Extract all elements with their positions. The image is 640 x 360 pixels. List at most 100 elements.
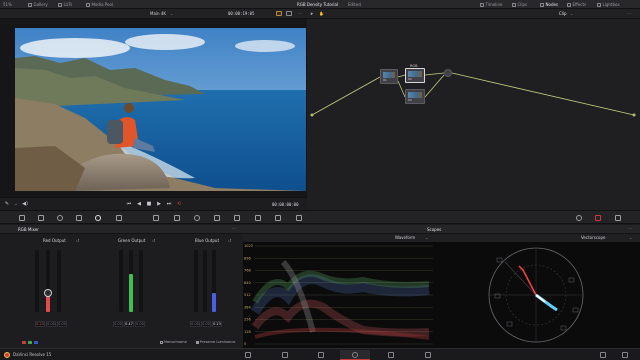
skip-forward-button[interactable]: ⏭	[166, 201, 172, 207]
stop-button[interactable]: ■	[146, 201, 152, 207]
home-icon[interactable]	[600, 352, 606, 358]
monochrome-checkbox[interactable]: Monochrome	[160, 340, 187, 344]
app-name: DaVinci Resolve 15	[13, 352, 52, 357]
loop-button[interactable]: ⟲	[176, 201, 182, 207]
clip-mode-select[interactable]: Clip	[559, 11, 567, 16]
pen-dropdown-icon[interactable]: ⌄	[13, 201, 19, 207]
audio-icon[interactable]: ◀)	[22, 201, 28, 207]
cut-page-icon[interactable]	[282, 352, 288, 358]
reset-green-icon[interactable]: ↺	[152, 238, 155, 243]
preserve-luminance-checkbox[interactable]: Preserve Luminance	[196, 340, 235, 344]
parallel-mixer-node[interactable]	[444, 69, 452, 77]
node-01[interactable]: 01	[380, 69, 398, 84]
node-02[interactable]: 02	[405, 68, 425, 83]
qualifier-icon[interactable]	[174, 215, 180, 221]
node-options-icon[interactable]: ⋯	[627, 11, 631, 16]
scopes-toggle-icon[interactable]	[595, 215, 601, 221]
red-slider-g[interactable]	[46, 250, 50, 312]
blue-slider-g[interactable]	[203, 250, 207, 312]
blue-slider-r[interactable]	[194, 250, 198, 312]
swap-red-chip[interactable]	[22, 341, 26, 344]
camera-raw-icon[interactable]	[19, 215, 25, 221]
settings-icon[interactable]	[622, 352, 628, 358]
hand-tool-icon[interactable]: ✋	[319, 11, 324, 16]
color-match-icon[interactable]	[38, 215, 44, 221]
curves-icon[interactable]	[153, 215, 159, 221]
tracker-icon[interactable]	[214, 215, 220, 221]
fairlight-page-icon[interactable]	[388, 352, 394, 358]
red-b-value[interactable]: 0.00	[57, 321, 67, 327]
scopes-eye-icon[interactable]	[576, 215, 582, 221]
more-options-icon[interactable]: ⋯	[298, 11, 302, 16]
sizing-icon[interactable]	[275, 215, 281, 221]
blur-icon[interactable]	[234, 215, 240, 221]
play-button[interactable]: ▶	[156, 201, 162, 207]
green-g-value[interactable]: 0.47	[124, 321, 134, 327]
blue-g-value[interactable]: 0.00	[201, 321, 211, 327]
waveform-dropdown-icon[interactable]: ⌄	[425, 235, 428, 240]
key-icon[interactable]	[255, 215, 261, 221]
effects-button[interactable]: Effects	[567, 2, 586, 7]
clips-button[interactable]: Clips	[512, 2, 527, 7]
blue-r-value[interactable]: 0.00	[190, 321, 200, 327]
timeline-name[interactable]: Main 4K	[150, 11, 166, 16]
waveform-tick-label: 512	[244, 293, 251, 297]
clip-dropdown-icon[interactable]: ⌄	[570, 11, 573, 16]
lightbox-button[interactable]: Lightbox	[597, 2, 620, 7]
node-editor[interactable]: 01 RGB 02 03	[307, 19, 640, 210]
resolve-logo-icon	[4, 352, 10, 358]
view-options-icon[interactable]	[286, 11, 292, 16]
reset-blue-icon[interactable]: ↺	[228, 238, 231, 243]
blue-b-value[interactable]: 0.23	[212, 321, 222, 327]
scopes-options-icon[interactable]: ⋯	[628, 226, 632, 231]
green-r-value[interactable]: 0.00	[113, 321, 123, 327]
mixer-options-icon[interactable]: ⋯	[232, 226, 236, 231]
gallery-button[interactable]: Gallery	[28, 2, 48, 7]
node-03[interactable]: 03	[405, 89, 425, 104]
pen-tool-icon[interactable]: ✎	[4, 201, 10, 207]
red-slider-b[interactable]	[57, 250, 61, 312]
waveform-label[interactable]: Waveform	[395, 235, 415, 240]
red-slider-r[interactable]	[35, 250, 39, 312]
window-icon[interactable]	[194, 215, 200, 221]
nodes-button[interactable]: Nodes	[540, 2, 558, 7]
color-wheels-icon[interactable]	[57, 215, 63, 221]
timecode-bottom: 00:00:00:00	[272, 202, 299, 207]
blue-slider-b[interactable]	[212, 250, 216, 312]
green-slider-r[interactable]	[119, 250, 123, 312]
clip-color-icon[interactable]	[276, 11, 282, 16]
motion-effects-icon[interactable]	[116, 215, 122, 221]
timeline-button[interactable]: Timeline	[480, 2, 503, 7]
swap-green-chip[interactable]	[28, 341, 32, 344]
media-pool-button[interactable]: Media Pool	[86, 2, 113, 7]
reset-red-icon[interactable]: ↺	[76, 238, 79, 243]
timecode-top[interactable]: 00:00:19:05	[228, 11, 255, 16]
deliver-page-icon[interactable]	[425, 352, 431, 358]
pointer-tool-icon[interactable]: ➤	[310, 11, 313, 16]
blue-output-label: Blue Output	[195, 238, 220, 243]
red-g-value[interactable]: 0.00	[46, 321, 56, 327]
green-b-value[interactable]: 0.00	[135, 321, 145, 327]
luts-icon	[58, 3, 62, 7]
vectorscope-dropdown-icon[interactable]: ⌄	[629, 235, 632, 240]
zoom-level[interactable]: 51%	[3, 2, 12, 7]
rgb-mixer-icon[interactable]	[95, 215, 101, 221]
green-slider-b[interactable]	[139, 250, 143, 312]
luts-button[interactable]: LUTs	[58, 2, 72, 7]
info-icon[interactable]	[615, 215, 621, 221]
skip-back-button[interactable]: ⏮	[126, 201, 132, 207]
green-slider-g[interactable]	[129, 250, 133, 312]
viewer-image[interactable]	[15, 28, 306, 191]
hdr-icon[interactable]	[76, 215, 82, 221]
vectorscope-label[interactable]: Vectorscope	[581, 235, 605, 240]
3d-icon[interactable]	[296, 215, 302, 221]
chevron-down-icon[interactable]: ⌄	[170, 11, 173, 16]
red-r-value[interactable]: 0.23	[35, 321, 45, 327]
red-slider-knob[interactable]	[44, 289, 52, 297]
swap-blue-chip[interactable]	[34, 341, 38, 344]
rgb-mixer-title: RGB Mixer	[18, 227, 39, 232]
edit-page-icon[interactable]	[318, 352, 324, 358]
play-reverse-button[interactable]: ◀	[136, 201, 142, 207]
color-page-icon[interactable]	[352, 352, 358, 358]
media-page-icon[interactable]	[245, 352, 251, 358]
